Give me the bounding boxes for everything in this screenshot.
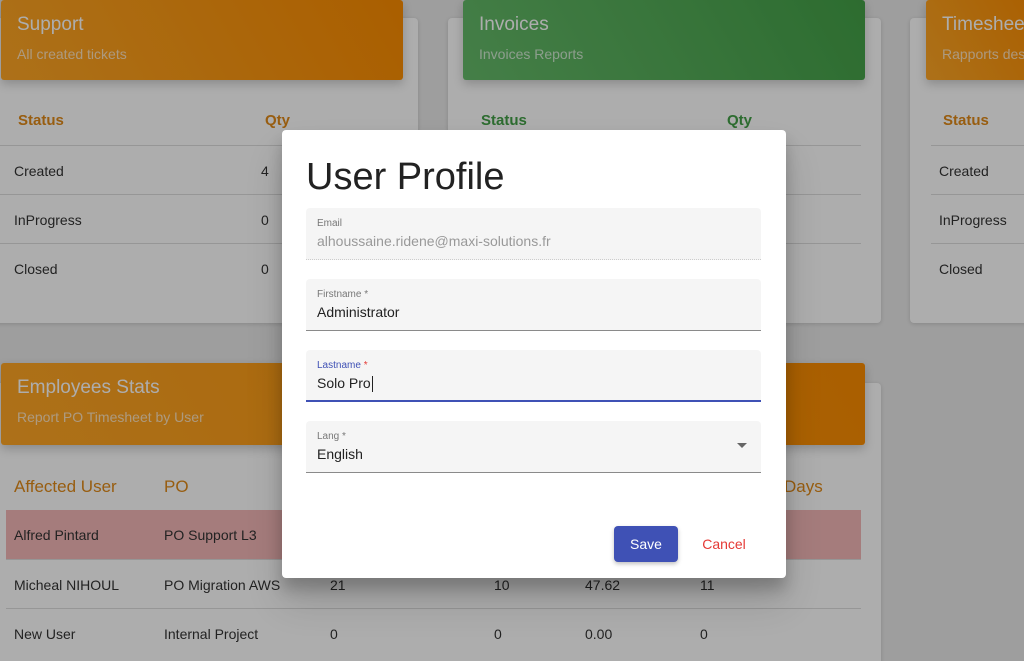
lang-value: English — [317, 446, 363, 462]
lastname-label: Lastname * — [317, 360, 368, 371]
lastname-field[interactable]: Lastname * Solo Pro — [306, 350, 761, 402]
email-value: alhoussaine.ridene@maxi-solutions.fr — [317, 233, 551, 249]
required-marker: * — [342, 431, 346, 442]
firstname-label-text: Firstname — [317, 289, 362, 300]
user-profile-dialog: User Profile Email alhoussaine.ridene@ma… — [282, 130, 786, 578]
text-caret — [371, 376, 373, 393]
lang-label-text: Lang — [317, 431, 340, 442]
dialog-title: User Profile — [306, 156, 505, 198]
firstname-value: Administrator — [317, 304, 400, 320]
email-field: Email alhoussaine.ridene@maxi-solutions.… — [306, 208, 761, 260]
dropdown-arrow-icon[interactable] — [737, 443, 747, 448]
cancel-button[interactable]: Cancel — [690, 526, 758, 562]
save-button[interactable]: Save — [614, 526, 678, 562]
lastname-value-text: Solo Pro — [317, 375, 371, 391]
lastname-value: Solo Pro — [317, 375, 373, 393]
required-marker: * — [363, 360, 368, 371]
email-label: Email — [317, 218, 343, 229]
firstname-label: Firstname * — [317, 289, 368, 300]
required-marker: * — [364, 289, 369, 300]
firstname-field[interactable]: Firstname * Administrator — [306, 279, 761, 331]
lang-select[interactable]: Lang * English — [306, 421, 761, 473]
lang-label: Lang * — [317, 431, 346, 442]
lastname-label-text: Lastname — [317, 360, 361, 371]
